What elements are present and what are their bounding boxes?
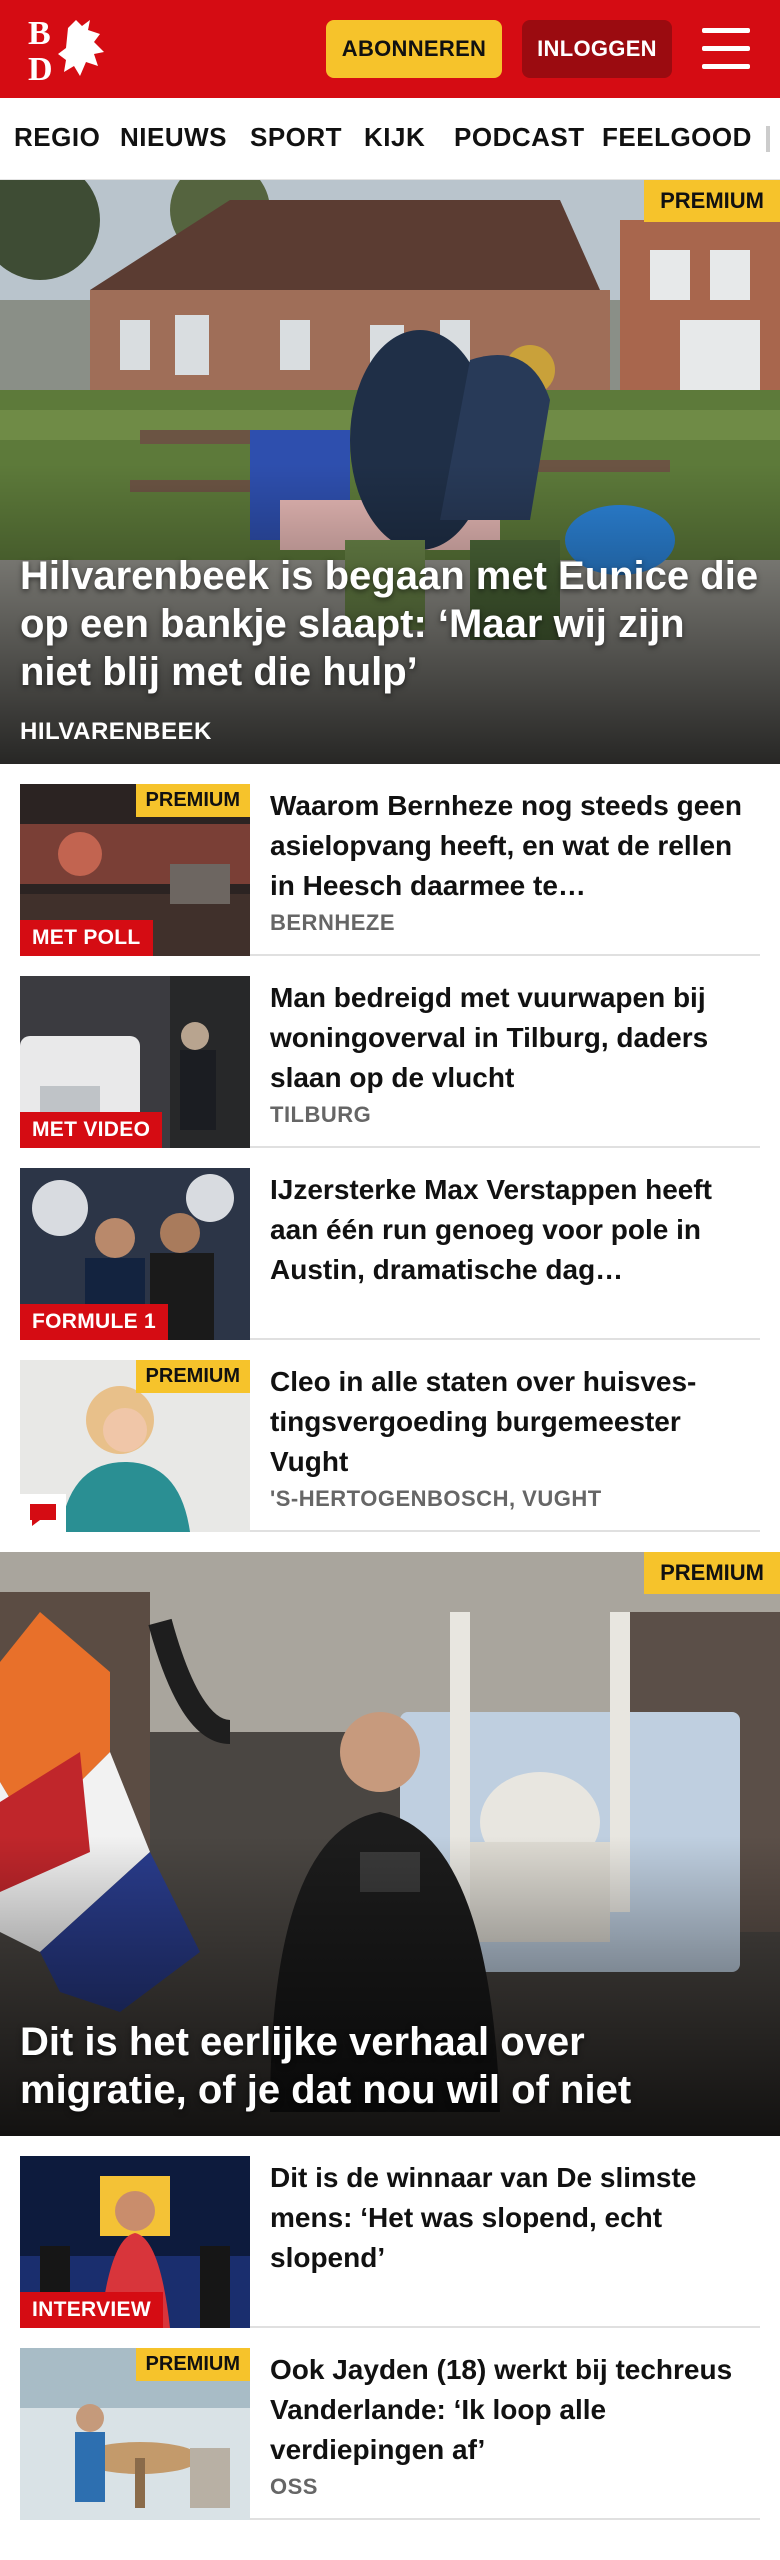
hamburger-menu-icon[interactable]: [694, 22, 754, 76]
hero-place: HILVARENBEEK: [20, 718, 212, 745]
list-item[interactable]: PREMIUM MET POLL Waarom Bernheze nog ste…: [20, 784, 760, 956]
login-button[interactable]: INLOGGEN: [522, 20, 672, 78]
nav-item-kijk[interactable]: KIJK: [364, 122, 425, 153]
premium-badge: PREMIUM: [135, 2348, 250, 2381]
hero-title[interactable]: Dit is het eerlijke verhaal over migrati…: [20, 2018, 760, 2114]
article-thumbnail: PREMIUM MET POLL: [20, 784, 250, 956]
article-thumbnail: PREMIUM: [20, 2348, 250, 2520]
article-place: OSS: [270, 2474, 318, 2499]
nav-item-podcast[interactable]: PODCAST: [454, 122, 585, 153]
article-thumbnail: INTERVIEW: [20, 2156, 250, 2328]
bd-logo[interactable]: B D: [28, 14, 114, 84]
article-title[interactable]: Cleo in alle staten over huisves­tingsve…: [270, 1362, 750, 1482]
article-thumbnail: PREMIUM: [20, 1360, 250, 1532]
nav-item-feelgood[interactable]: FEELGOOD: [602, 122, 752, 153]
list-item[interactable]: MET VIDEO Man bedreigd met vuurwapen bij…: [20, 976, 760, 1148]
content-label: INTERVIEW: [20, 2292, 163, 2328]
article-title[interactable]: Waarom Bernheze nog steeds geen asielopv…: [270, 786, 750, 906]
list-item[interactable]: FORMULE 1 IJzersterke Max Verstappen hee…: [20, 1168, 760, 1340]
content-label: FORMULE 1: [20, 1304, 169, 1340]
article-thumbnail: MET VIDEO: [20, 976, 250, 1148]
article-title[interactable]: Dit is de winnaar van De slimste mens: ‘…: [270, 2158, 750, 2278]
nav-overflow-indicator: [766, 126, 770, 152]
svg-text:B: B: [28, 15, 51, 52]
article-thumbnail: FORMULE 1: [20, 1168, 250, 1340]
article-title[interactable]: Ook Jayden (18) werkt bij techreus Vande…: [270, 2350, 750, 2470]
article-place: TILBURG: [270, 1102, 372, 1127]
premium-badge: PREMIUM: [644, 1552, 780, 1594]
content-label: MET VIDEO: [20, 1112, 163, 1148]
list-item[interactable]: INTERVIEW Dit is de winnaar van De slims…: [20, 2156, 760, 2328]
content-label: MET POLL: [20, 920, 153, 956]
subscribe-button[interactable]: ABONNEREN: [326, 20, 502, 78]
section-nav: REGIO NIEUWS SPORT KIJK PODCAST FEELGOOD: [0, 98, 780, 180]
hero-article-migratie[interactable]: PREMIUM Dit is het eerlijke verhaal over…: [0, 1552, 780, 2136]
article-place: BERNHEZE: [270, 910, 396, 935]
nav-item-regio[interactable]: REGIO: [14, 122, 100, 153]
premium-badge: PREMIUM: [135, 1360, 250, 1393]
nav-item-sport[interactable]: SPORT: [250, 122, 342, 153]
comment-icon: [20, 1494, 66, 1532]
svg-text:D: D: [28, 51, 53, 84]
article-title[interactable]: IJzersterke Max Verstappen heeft aan één…: [270, 1170, 750, 1290]
nav-item-nieuws[interactable]: NIEUWS: [120, 122, 227, 153]
list-item[interactable]: PREMIUM Ook Jayden (18) werkt bij techre…: [20, 2348, 760, 2520]
hero-article-hilvarenbeek[interactable]: PREMIUM Hilvarenbeek is begaan met Eunic…: [0, 180, 780, 764]
article-place: 'S-HERTOGENBOSCH, VUGHT: [270, 1486, 602, 1511]
premium-badge: PREMIUM: [644, 180, 780, 222]
hero-title[interactable]: Hilvarenbeek is begaan met Eunice die op…: [20, 552, 760, 696]
premium-badge: PREMIUM: [135, 784, 250, 817]
site-header: B D ABONNEREN INLOGGEN: [0, 0, 780, 98]
article-title[interactable]: Man bedreigd met vuurwapen bij woningove…: [270, 978, 750, 1098]
list-item[interactable]: PREMIUM Cleo in alle staten over huisves…: [20, 1360, 760, 1532]
